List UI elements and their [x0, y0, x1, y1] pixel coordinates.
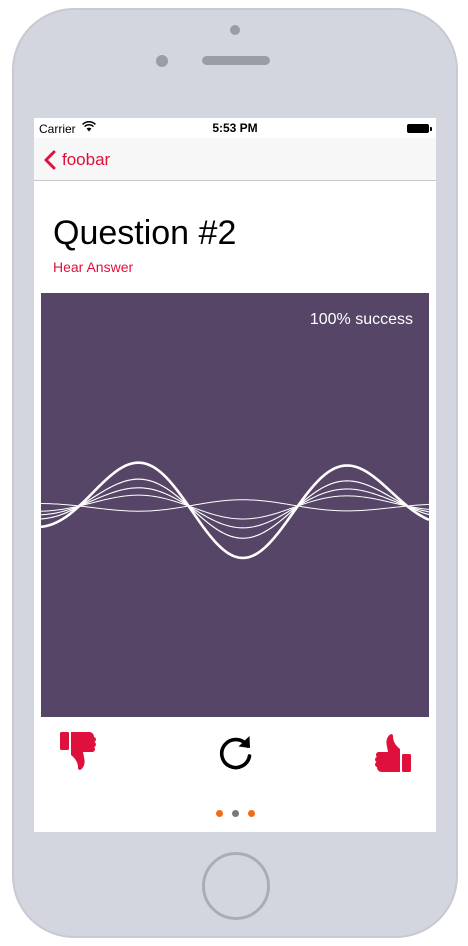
wave-line	[41, 461, 429, 560]
back-button[interactable]: foobar	[44, 147, 110, 173]
success-label: 100% success	[309, 311, 413, 328]
sensor-dot	[230, 25, 240, 35]
waveform-panel: 100% success	[41, 293, 429, 717]
waveform-graphic	[41, 461, 429, 560]
page-dot[interactable]	[215, 810, 223, 817]
page-control[interactable]	[34, 810, 436, 817]
battery-icon	[407, 124, 432, 133]
hear-answer-button[interactable]: Hear Answer	[53, 259, 133, 275]
clock: 5:53 PM	[212, 121, 258, 135]
status-bar: Carrier 5:53 PM	[34, 118, 436, 138]
thumbs-down-button[interactable]	[58, 730, 98, 779]
thumbs-up-button[interactable]	[373, 730, 413, 779]
navigation-bar: foobar	[34, 138, 436, 181]
thumbs-down-icon	[60, 732, 96, 770]
question-title: Question #2	[53, 214, 237, 252]
app-screen: Carrier 5:53 PM foobar Question #2 Hear …	[34, 118, 436, 832]
page-dot[interactable]	[231, 810, 239, 817]
home-button[interactable]	[202, 852, 270, 920]
earpiece-speaker	[202, 56, 270, 65]
back-label: foobar	[62, 150, 111, 169]
reload-button[interactable]	[215, 732, 255, 779]
thumbs-up-icon	[375, 734, 411, 772]
front-camera	[156, 55, 168, 67]
page-dot[interactable]	[247, 810, 255, 817]
wave-line	[41, 494, 429, 520]
reload-icon	[219, 736, 252, 770]
chevron-left-icon	[44, 150, 56, 170]
